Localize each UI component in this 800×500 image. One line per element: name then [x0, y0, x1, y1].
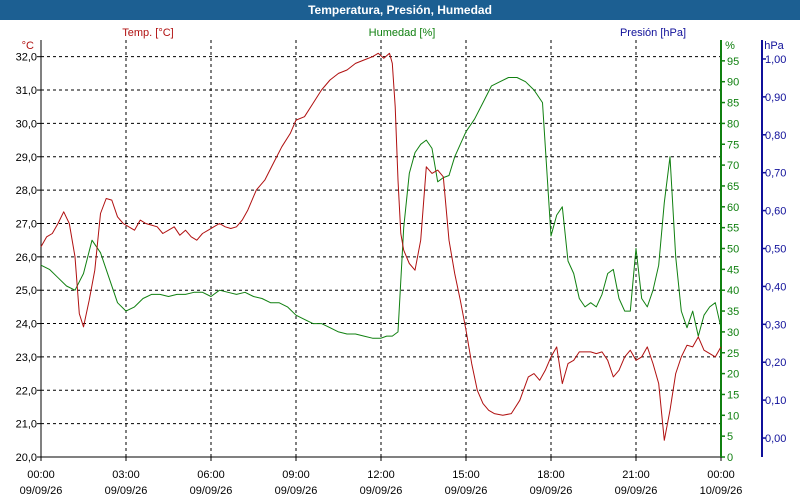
- temp-tick-label: 32,0: [16, 52, 37, 64]
- humidity-tick-label: 20: [727, 369, 739, 381]
- pressure-tick-label: 0,00: [765, 433, 786, 445]
- pressure-tick-label: 0,70: [765, 168, 786, 180]
- x-tick-time: 18:00: [537, 469, 565, 481]
- x-tick-date: 10/09/26: [700, 485, 743, 497]
- humidity-tick-label: 80: [727, 118, 739, 130]
- x-tick-time: 12:00: [367, 469, 395, 481]
- temp-tick-label: 26,0: [16, 252, 37, 264]
- legend-temp: Temp. [°C]: [122, 27, 173, 39]
- humidity-tick-label: 40: [727, 285, 739, 297]
- x-tick-date: 09/09/26: [445, 485, 488, 497]
- pressure-tick-label: 0,90: [765, 92, 786, 104]
- legend-pressure: Presión [hPa]: [620, 27, 686, 39]
- temp-axis-unit: °C: [22, 40, 34, 52]
- grid-layer: [40, 40, 722, 458]
- frame-layer: [37, 40, 763, 461]
- pressure-tick-label: 0,10: [765, 395, 786, 407]
- temp-tick-label: 23,0: [16, 352, 37, 364]
- pressure-tick-label: 0,80: [765, 130, 786, 142]
- x-tick-time: 21:00: [622, 469, 650, 481]
- humidity-tick-label: 95: [727, 56, 739, 68]
- temp-tick-label: 29,0: [16, 152, 37, 164]
- pressure-tick-label: 0,50: [765, 244, 786, 256]
- temp-tick-label: 30,0: [16, 118, 37, 130]
- humidity-tick-label: 45: [727, 264, 739, 276]
- pressure-tick-label: 0,20: [765, 357, 786, 369]
- x-tick-time: 00:00: [27, 469, 55, 481]
- x-tick-time: 09:00: [282, 469, 310, 481]
- temp-tick-label: 27,0: [16, 218, 37, 230]
- temp-tick-label: 21,0: [16, 419, 37, 431]
- humidity-tick-label: 50: [727, 244, 739, 256]
- pressure-tick-label: 0,60: [765, 206, 786, 218]
- humidity-tick-label: 0: [727, 452, 733, 464]
- x-tick-time: 15:00: [452, 469, 480, 481]
- humidity-tick-label: 75: [727, 139, 739, 151]
- humidity-axis-unit: %: [725, 40, 735, 52]
- humidity-tick-label: 30: [727, 327, 739, 339]
- x-tick-date: 09/09/26: [615, 485, 658, 497]
- temp-tick-label: 28,0: [16, 185, 37, 197]
- humidity-tick-label: 25: [727, 348, 739, 360]
- humidity-tick-label: 5: [727, 431, 733, 443]
- pressure-tick-label: 0,30: [765, 319, 786, 331]
- chart-title: Temperatura, Presión, Humedad: [0, 0, 800, 20]
- humidity-tick-label: 85: [727, 98, 739, 110]
- x-tick-time: 00:00: [707, 469, 735, 481]
- x-tick-date: 09/09/26: [105, 485, 148, 497]
- pressure-tick-label: 1,00: [765, 54, 786, 66]
- humidity-tick-label: 70: [727, 160, 739, 172]
- temp-tick-label: 22,0: [16, 385, 37, 397]
- humidity-tick-label: 35: [727, 306, 739, 318]
- x-tick-date: 09/09/26: [190, 485, 233, 497]
- temp-tick-label: 31,0: [16, 85, 37, 97]
- humidity-tick-label: 55: [727, 223, 739, 235]
- temp-tick-label: 25,0: [16, 285, 37, 297]
- x-tick-time: 03:00: [112, 469, 140, 481]
- x-tick-date: 09/09/26: [20, 485, 63, 497]
- pressure-tick-label: 0,40: [765, 281, 786, 293]
- x-tick-time: 06:00: [197, 469, 225, 481]
- humidity-tick-label: 15: [727, 389, 739, 401]
- temp-tick-label: 24,0: [16, 319, 37, 331]
- pressure-axis-unit: hPa: [764, 40, 784, 52]
- temp-tick-label: 20,0: [16, 452, 37, 464]
- humidity-tick-label: 10: [727, 410, 739, 422]
- humidity-tick-label: 90: [727, 77, 739, 89]
- x-tick-date: 09/09/26: [360, 485, 403, 497]
- chart-canvas: 20,0 21,0 22,0 23,0 24,0 25,0 26,0 27,0 28,0 29,0…: [16, 27, 787, 497]
- x-tick-date: 09/09/26: [275, 485, 318, 497]
- humidity-tick-label: 65: [727, 181, 739, 193]
- humidity-tick-label: 60: [727, 202, 739, 214]
- legend-humidity: Humedad [%]: [369, 27, 436, 39]
- x-tick-date: 09/09/26: [530, 485, 573, 497]
